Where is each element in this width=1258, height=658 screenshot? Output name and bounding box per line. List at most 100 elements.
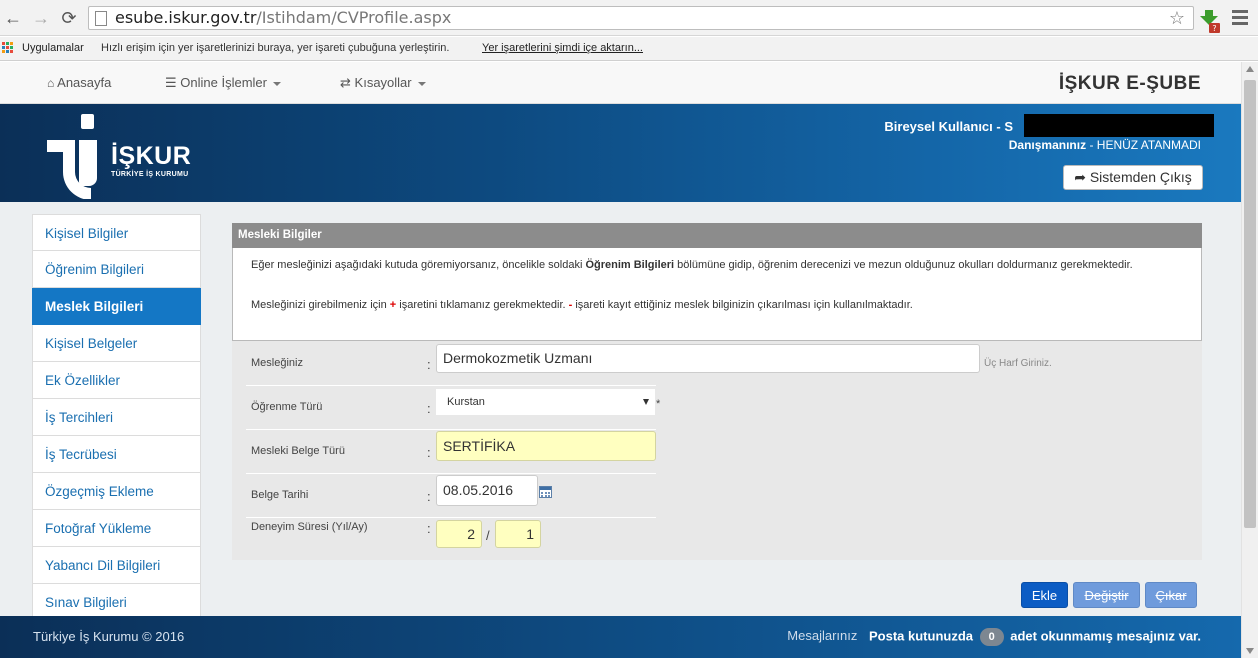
row-divider [246,429,656,430]
occupation-input[interactable]: Dermokozmetik Uzmanı [436,344,980,373]
row-divider [246,473,656,474]
sidebar-item-work-experience[interactable]: İş Tecrübesi [32,436,201,473]
nav-home-label: Anasayfa [57,75,112,90]
user-label: Bireysel Kullanıcı - S [884,119,1013,134]
required-asterisk: * [656,398,661,410]
sidebar-item-personal-documents[interactable]: Kişisel Belgeler [32,325,201,362]
occupation-hint: Üç Harf Giriniz. [984,358,1052,369]
browser-toolbar: ← → ⟳ esube.iskur.gov.tr/Istihdam/CVProf… [0,0,1258,36]
site-navbar: ⌂ Anasayfa ☰ Online İşlemler ⇄ Kısayolla… [0,62,1241,104]
url-path: /Istihdam/CVProfile.aspx [256,8,452,27]
import-bookmarks-link[interactable]: Yer işaretlerini şimdi içe aktarın... [482,42,643,54]
colon: : [427,445,431,460]
site-brand: İŞKUR E-ŞUBE [1058,73,1201,94]
years-months-separator: / [486,528,490,543]
calendar-icon[interactable] [539,486,552,498]
page-icon [95,11,107,26]
info-paragraph-1: Eğer mesleğinizi aşağıdaki kutuda göremi… [251,255,1183,275]
chevron-down-icon [272,81,281,86]
experience-label: Deneyim Süresi (Yıl/Ay) [251,521,368,533]
sidebar-item-personal-info[interactable]: Kişisel Bilgiler [32,214,201,251]
experience-months-input[interactable]: 1 [495,520,541,548]
sidebar-item-photo-upload[interactable]: Fotoğraf Yükleme [32,510,201,547]
nav-shortcuts-label: Kısayollar [354,75,412,90]
scroll-down-arrow-icon[interactable] [1246,648,1254,654]
list-icon: ☰ [165,75,177,90]
info-text: bölümüne gidip, öğrenim derecenizi ve me… [674,259,1133,271]
advisor-value: - HENÜZ ATANMADI [1086,138,1201,152]
scroll-thumb[interactable] [1244,80,1256,528]
bookmarks-bar: Uygulamalar Hızlı erişim için yer işaret… [0,37,1258,61]
extension-icon[interactable]: ? [1200,8,1222,34]
colon: : [427,357,431,372]
logout-label: Sistemden Çıkış [1089,169,1192,185]
logo-text: İŞKUR [111,142,192,170]
experience-years-input[interactable]: 2 [436,520,482,548]
back-arrow-icon[interactable]: ← [2,6,24,30]
certificate-type-label: Mesleki Belge Türü [251,445,345,457]
messages-info: Mesajlarınız Posta kutunuzda 0 adet okun… [787,628,1201,646]
sidebar-item-cv-upload[interactable]: Özgeçmiş Ekleme [32,473,201,510]
bookmark-star-icon[interactable]: ☆ [1169,8,1185,29]
add-button[interactable]: Ekle [1021,582,1068,608]
apps-grid-icon[interactable] [2,42,16,56]
remove-button[interactable]: Çıkar [1145,582,1197,608]
occupation-label: Mesleğiniz [251,357,303,369]
dropdown-arrow-icon [643,399,649,405]
inbox-suffix: adet okunmamış mesajınız var. [1010,628,1201,644]
logout-button[interactable]: ➦ Sistemden Çıkış [1063,165,1203,190]
share-arrow-icon: ➦ [1074,169,1086,185]
info-text: işareti kayıt ettiğiniz meslek bilginizi… [572,299,913,311]
inbox-prefix: Posta kutunuzda [868,628,973,644]
reload-icon[interactable]: ⟳ [58,6,80,30]
nav-home[interactable]: ⌂ Anasayfa [47,75,111,90]
panel-title: Mesleki Bilgiler [232,223,1202,248]
sidebar-menu: Kişisel Bilgiler Öğrenim Bilgileri Mesle… [32,214,201,621]
messages-link[interactable]: Mesajlarınız [787,628,857,643]
nav-online-operations[interactable]: ☰ Online İşlemler [165,75,281,91]
copyright: Türkiye İş Kurumu © 2016 [33,629,185,644]
info-box: Eğer mesleğinizi aşağıdaki kutuda göremi… [232,248,1202,341]
certificate-type-input[interactable]: SERTİFİKA [436,431,656,461]
home-icon: ⌂ [47,76,55,90]
info-paragraph-2: Mesleğinizi girebilmeniz için + işaretin… [251,295,1183,315]
advisor-info: Danışmanınız - HENÜZ ATANMADI [1009,138,1201,152]
sidebar-item-foreign-language[interactable]: Yabancı Dil Bilgileri [32,547,201,584]
footer: Türkiye İş Kurumu © 2016 Mesajlarınız Po… [0,616,1241,658]
chevron-down-icon [417,81,426,86]
certificate-date-input[interactable]: 08.05.2016 [436,475,538,506]
colon: : [427,401,431,416]
learning-type-label: Öğrenme Türü [251,401,323,413]
advisor-label: Danışmanınız [1008,138,1087,152]
bookmarks-hint: Hızlı erişim için yer işaretlerinizi bur… [101,42,450,54]
certificate-date-label: Belge Tarihi [251,489,309,501]
learning-type-value: Kurstan [447,396,485,408]
sidebar-item-additional-features[interactable]: Ek Özellikler [32,362,201,399]
info-text: Mesleğinizi girebilmeniz için [251,299,390,311]
scroll-up-arrow-icon[interactable] [1246,66,1254,72]
address-bar[interactable]: esube.iskur.gov.tr/Istihdam/CVProfile.as… [88,6,1194,30]
colon: : [427,521,431,536]
row-divider [246,517,656,518]
nav-shortcuts[interactable]: ⇄ Kısayollar [340,75,426,91]
svg-text:?: ? [1212,24,1216,33]
unread-count-badge: 0 [979,628,1004,646]
info-text: işaretini tıklamanız gerekmektedir. [396,299,569,311]
page-scrollbar[interactable] [1241,62,1258,658]
sidebar-item-job-preferences[interactable]: İş Tercihleri [32,399,201,436]
browser-menu-icon[interactable] [1232,10,1248,26]
logo-subtitle: TÜRKİYE İŞ KURUMU [111,171,189,178]
change-button[interactable]: Değiştir [1073,582,1140,608]
sidebar-item-education-info[interactable]: Öğrenim Bilgileri [32,251,201,288]
learning-type-select[interactable]: Kurstan [436,389,655,415]
url-text[interactable]: esube.iskur.gov.tr/Istihdam/CVProfile.as… [115,9,451,27]
info-text: Eğer mesleğinizi aşağıdaki kutuda göremi… [251,259,586,271]
url-host: esube.iskur.gov.tr [115,8,257,27]
forward-arrow-icon[interactable]: → [30,6,52,30]
sidebar-item-occupation-info[interactable]: Meslek Bilgileri [32,288,201,325]
info-highlight: Öğrenim Bilgileri [585,259,675,271]
apps-link[interactable]: Uygulamalar [22,42,84,54]
shuffle-icon: ⇄ [340,75,351,90]
occupation-form: Mesleğiniz : Dermokozmetik Uzmanı Üç Har… [232,341,1202,560]
